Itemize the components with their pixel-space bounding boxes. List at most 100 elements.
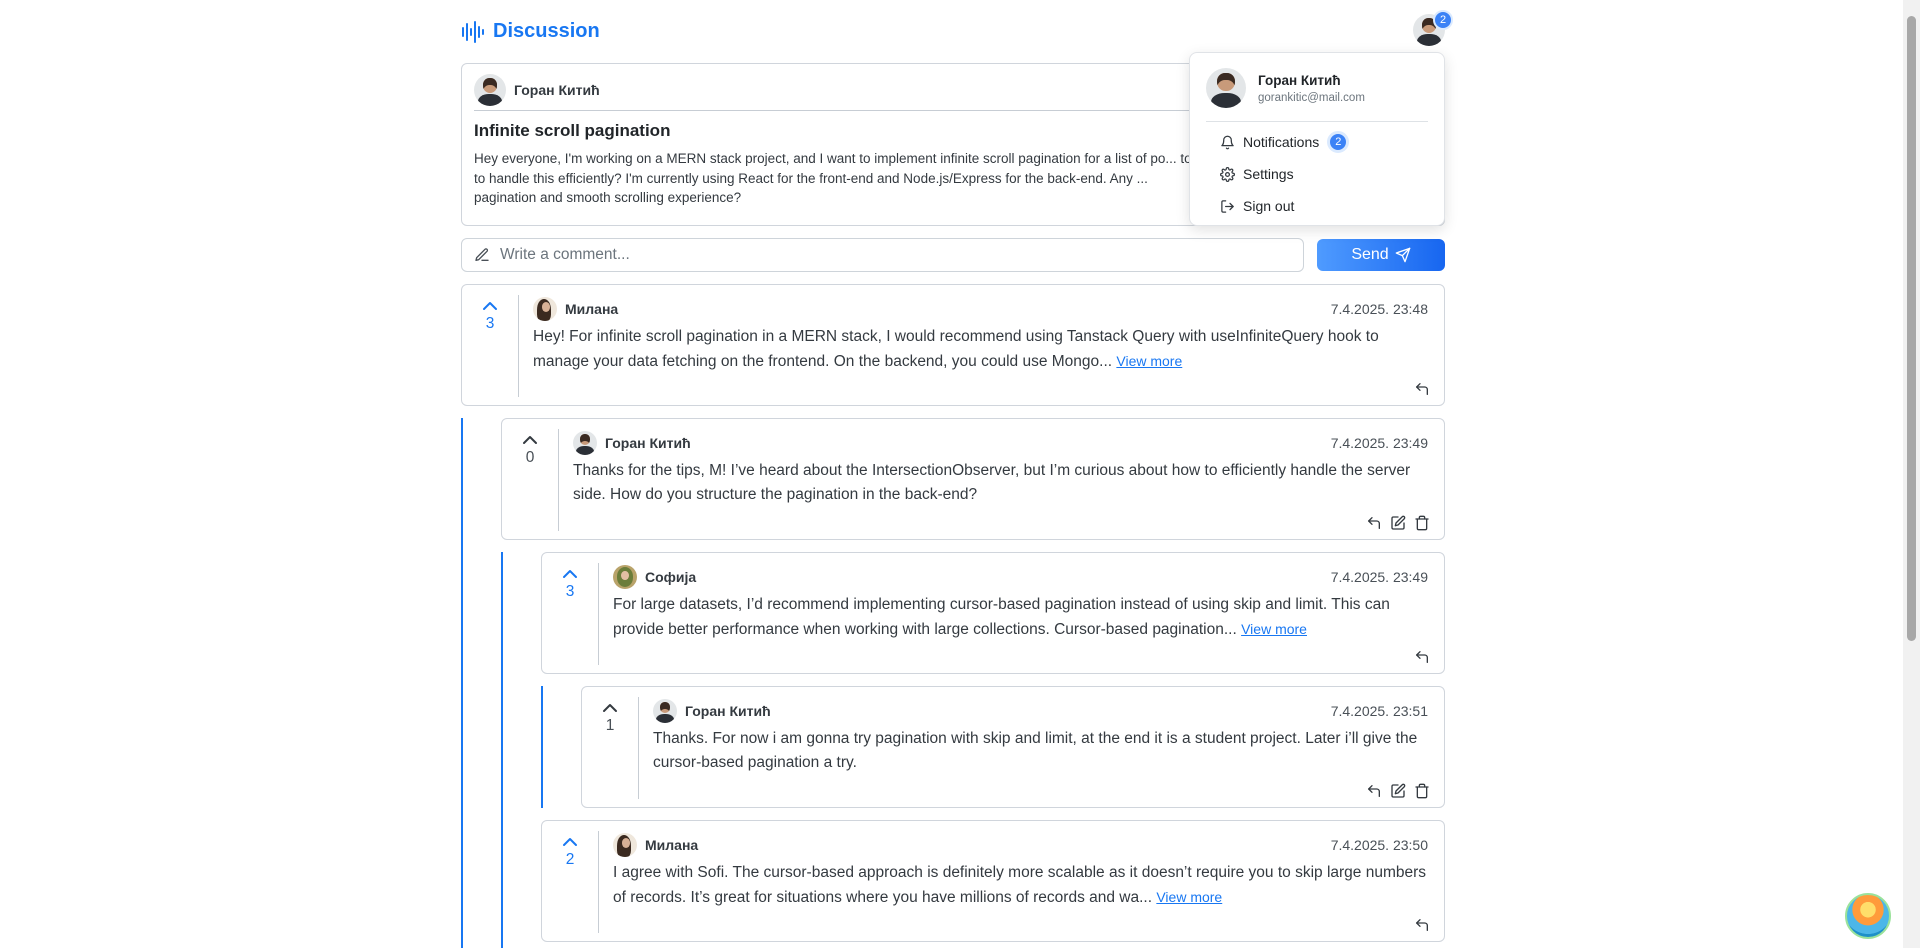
comment-actions [1366,783,1430,799]
comment-card: 3 Милана 7.4.2025. 23:48 Hey! For infini… [461,284,1445,406]
menu-item-sign-out[interactable]: Sign out [1206,190,1428,222]
comment-header: Софија 7.4.2025. 23:49 [613,565,1428,589]
edit-icon[interactable] [1390,515,1406,531]
audio-waveform-icon [462,20,484,43]
comment-field[interactable] [461,238,1304,272]
comment-body: Thanks. For now i am gonna try paginatio… [653,727,1428,775]
divider [638,697,639,799]
vote-control: 3 [462,295,518,333]
avatar [1206,68,1246,108]
send-label: Send [1351,246,1389,263]
comment-date: 7.4.2025. 23:49 [1330,435,1428,451]
upvote-icon[interactable] [561,835,579,849]
menu-item-notifications[interactable]: Notifications 2 [1206,126,1428,158]
thread-line [541,686,543,808]
avatar [653,699,677,723]
comment-header: Горан Китић 7.4.2025. 23:49 [573,431,1428,455]
divider [1206,121,1428,122]
vote-control: 2 [542,831,598,869]
comment-body: For large datasets, I’d recommend implem… [613,593,1428,642]
comment-form: Send [461,238,1445,272]
vote-count: 2 [565,851,575,868]
comment-text: Hey! For infinite scroll pagination in a… [533,328,1379,370]
comment-body: Hey! For infinite scroll pagination in a… [533,325,1428,374]
comment-card: 3 Софија 7.4.2025. 23:49 For large datas… [541,552,1445,674]
reply-icon[interactable] [1414,381,1430,397]
comment-header: Милана 7.4.2025. 23:48 [533,297,1428,321]
bell-icon [1221,135,1234,149]
avatar [613,833,637,857]
comment-author: Горан Китић [685,703,771,719]
comment-author: Софија [645,569,697,585]
view-more-link[interactable]: View more [1156,889,1222,905]
menu-item-label: Sign out [1243,198,1295,214]
floating-beach-button[interactable] [1845,893,1891,939]
comment-author: Милана [645,837,699,853]
upvote-icon[interactable] [601,701,619,715]
reply-icon[interactable] [1414,917,1430,933]
avatar [474,74,506,106]
comment-card: 1 Горан Китић 7.4.2025. 23:51 Thanks. Fo… [581,686,1445,808]
scrollbar-thumb[interactable] [1907,16,1916,641]
user-info: Горан Китић gorankitic@mail.com [1206,63,1428,113]
comment-actions [1366,515,1430,531]
brand: Discussion [461,20,600,43]
comment-actions [1414,917,1430,933]
vote-count: 3 [485,315,495,332]
user-menu-button[interactable]: 2 [1413,10,1453,46]
trash-icon[interactable] [1414,515,1430,531]
thread-line [501,552,503,948]
comment-body: Thanks for the tips, M! I’ve heard about… [573,459,1428,507]
send-button[interactable]: Send [1317,239,1445,271]
user-name: Горан Китић [1258,72,1341,88]
trash-icon[interactable] [1414,783,1430,799]
vote-control: 3 [542,563,598,601]
upvote-icon[interactable] [481,299,499,313]
avatar [573,431,597,455]
comment-text: Thanks for the tips, M! I’ve heard about… [573,462,1411,503]
pencil-icon [475,248,489,261]
comment-header: Горан Китић 7.4.2025. 23:51 [653,699,1428,723]
edit-icon[interactable] [1390,783,1406,799]
upvote-icon[interactable] [521,433,539,447]
page-header: Discussion 2 [461,10,1453,54]
comment-input[interactable] [500,246,1280,264]
page-scrollbar[interactable] [1903,0,1920,948]
comment-body: I agree with Sofi. The cursor-based appr… [613,861,1428,910]
reply-icon[interactable] [1414,649,1430,665]
user-email: gorankitic@mail.com [1258,91,1365,104]
menu-item-label: Settings [1243,166,1294,182]
comment-header: Милана 7.4.2025. 23:50 [613,833,1428,857]
thread-line [461,418,463,948]
comment-date: 7.4.2025. 23:50 [1330,837,1428,853]
upvote-icon[interactable] [561,567,579,581]
comment-date: 7.4.2025. 23:48 [1330,301,1428,317]
vote-count: 0 [525,449,535,466]
comment-author: Горан Китић [605,435,691,451]
comment-author: Милана [565,301,619,317]
user-menu: Горан Китић gorankitic@mail.com Notifica… [1189,52,1445,226]
send-icon [1395,247,1411,263]
divider [558,429,559,531]
view-more-link[interactable]: View more [1241,621,1307,637]
reply-icon[interactable] [1366,783,1382,799]
comment-card: 0 Горан Китић 7.4.2025. 23:49 Thanks for… [501,418,1445,540]
page-title: Discussion [493,20,600,42]
reply-icon[interactable] [1366,515,1382,531]
divider [598,563,599,665]
divider [598,831,599,933]
view-more-link[interactable]: View more [1116,353,1182,369]
menu-item-settings[interactable]: Settings [1206,158,1428,190]
comment-text: Thanks. For now i am gonna try paginatio… [653,730,1418,771]
sign-out-icon [1221,199,1234,213]
divider [518,295,519,397]
comment-card: 2 Милана 7.4.2025. 23:50 I agree with So… [541,820,1445,942]
avatar [613,565,637,589]
vote-count: 1 [605,717,615,734]
comment-date: 7.4.2025. 23:51 [1330,703,1428,719]
notification-badge: 2 [1433,10,1453,30]
comment-text: I agree with Sofi. The cursor-based appr… [613,864,1427,906]
menu-item-label: Notifications [1243,134,1320,150]
vote-control: 0 [502,429,558,467]
notification-badge: 2 [1327,131,1350,153]
